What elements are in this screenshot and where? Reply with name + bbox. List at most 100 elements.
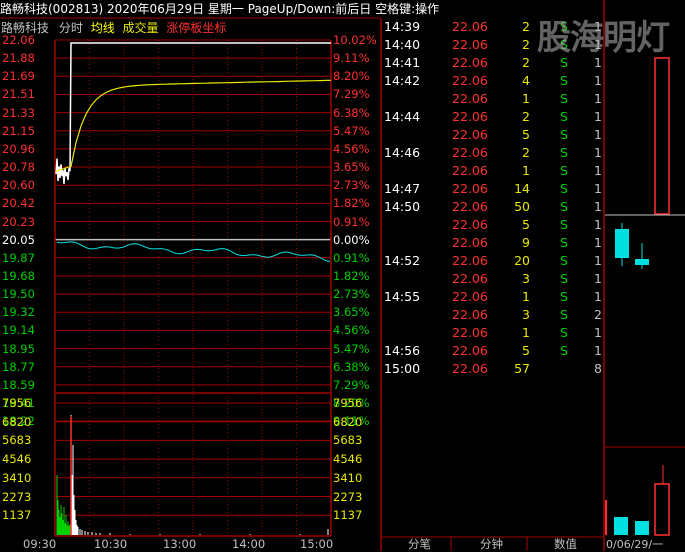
tick-row[interactable]: 22.06 1 S 1 — [382, 324, 604, 342]
price-label: 18.59 — [2, 377, 35, 392]
tick-price: 22.06 — [452, 271, 488, 286]
tick-side: S — [560, 109, 568, 124]
tick-volume: 20 — [514, 253, 530, 268]
volume-label: 5683 — [333, 433, 363, 448]
pct-label: 10.02% — [333, 33, 377, 47]
tick-price: 22.06 — [452, 235, 488, 250]
tick-count: 1 — [594, 145, 602, 160]
volume-label: 3410 — [333, 470, 363, 485]
time-label: 10:30 — [94, 537, 128, 551]
tick-time: 14:55 — [384, 289, 421, 304]
tick-row[interactable]: 22.06 3 S 2 — [382, 306, 604, 324]
tab-ticks[interactable]: 分笔 — [408, 537, 431, 551]
side-date: 0/06/29/一 — [606, 538, 664, 551]
tab-minutes[interactable]: 分钟 — [480, 537, 503, 551]
pct-label: 3.65% — [333, 160, 370, 175]
price-label: 19.68 — [2, 268, 35, 283]
tick-row[interactable]: 14:52 22.06 20 S 1 — [382, 252, 604, 270]
tick-volume: 50 — [514, 199, 530, 214]
side-volume-bar — [654, 483, 670, 536]
volume-label: 1137 — [2, 508, 32, 523]
tick-count: 1 — [594, 343, 602, 358]
chart-header: 路畅科技(002813) 2020年06月29日 星期一 PageUp/Down… — [0, 0, 439, 18]
tick-count: 1 — [594, 289, 602, 304]
tick-side: S — [560, 127, 568, 142]
tick-volume: 3 — [522, 271, 530, 286]
tick-row[interactable]: 22.06 5 S 1 — [382, 126, 604, 144]
volume-label: 6820 — [333, 414, 363, 429]
price-label: 21.69 — [2, 69, 35, 84]
tick-time: 14:41 — [384, 55, 421, 70]
tick-row[interactable]: 22.06 5 S 1 — [382, 216, 604, 234]
tick-side: S — [560, 343, 568, 358]
tick-volume: 1 — [522, 163, 530, 178]
tick-price: 22.06 — [452, 325, 488, 340]
tick-row[interactable]: 22.06 3 S 1 — [382, 270, 604, 288]
tick-row[interactable]: 14:42 22.06 4 S 1 — [382, 72, 604, 90]
tab-limit-axis[interactable]: 涨停板坐标 — [166, 21, 226, 35]
hint-label: PageUp/Down:前后日 空格键:操作 — [247, 2, 440, 16]
tick-price: 22.06 — [452, 73, 488, 88]
tick-side: S — [560, 289, 568, 304]
volume-label: 2273 — [333, 489, 363, 504]
tick-time: 14:50 — [384, 199, 421, 214]
price-label: 19.14 — [2, 323, 35, 338]
tick-count: 1 — [594, 91, 602, 106]
time-label: 14:00 — [232, 537, 266, 551]
tick-row[interactable]: 14:50 22.06 50 S 1 — [382, 198, 604, 216]
pct-label: 4.56% — [333, 141, 370, 156]
tick-row[interactable]: 14:47 22.06 14 S 1 — [382, 180, 604, 198]
tick-row[interactable]: 14:46 22.06 2 S 1 — [382, 144, 604, 162]
tick-price: 22.06 — [452, 91, 488, 106]
tick-row[interactable]: 14:56 22.06 5 S 1 — [382, 342, 604, 360]
volume-label: 1137 — [333, 508, 363, 523]
tick-side: S — [560, 91, 568, 106]
tick-count: 1 — [594, 325, 602, 340]
side-volume-bar — [614, 517, 628, 535]
tick-side: S — [560, 325, 568, 340]
tick-price: 22.06 — [452, 19, 488, 34]
price-label: 21.15 — [2, 123, 35, 138]
tick-list[interactable]: 14:39 22.06 2 S 1 14:40 22.06 2 S 1 14:41 22.06 2 S 1 1… — [382, 18, 604, 538]
tick-time: 14:40 — [384, 37, 421, 52]
tick-price: 22.06 — [452, 343, 488, 358]
tick-volume: 2 — [522, 55, 530, 70]
tab-values[interactable]: 数值 — [554, 537, 577, 551]
tick-time: 14:47 — [384, 181, 421, 196]
ref-price-label: 20.05 — [2, 232, 35, 247]
tick-row[interactable]: 22.06 1 S 1 — [382, 162, 604, 180]
tick-count: 1 — [594, 181, 602, 196]
tick-volume: 3 — [522, 307, 530, 322]
tab-volume[interactable]: 成交量 — [123, 21, 159, 35]
bottom-tabs: 分笔 分钟 数值 — [382, 537, 604, 551]
tick-price: 22.06 — [452, 199, 488, 214]
tick-row[interactable]: 22.06 1 S 1 — [382, 90, 604, 108]
tick-volume: 1 — [522, 91, 530, 106]
tick-volume: 1 — [522, 325, 530, 340]
tick-count: 1 — [594, 217, 602, 232]
tick-row[interactable]: 14:55 22.06 1 S 1 — [382, 288, 604, 306]
tick-volume: 4 — [522, 73, 530, 88]
tick-side: S — [560, 163, 568, 178]
tab-avg-line[interactable]: 均线 — [91, 21, 115, 35]
tick-price: 22.06 — [452, 163, 488, 178]
tick-volume: 2 — [522, 109, 530, 124]
tick-side: S — [560, 253, 568, 268]
tick-volume: 5 — [522, 217, 530, 232]
pct-label: 1.82% — [333, 268, 370, 283]
pct-label: 2.73% — [333, 287, 370, 302]
tick-price: 22.06 — [452, 109, 488, 124]
tick-row[interactable]: 14:44 22.06 2 S 1 — [382, 108, 604, 126]
pct-label: 6.38% — [333, 359, 370, 374]
tick-price: 22.06 — [452, 307, 488, 322]
tick-row[interactable]: 22.06 9 S 1 — [382, 234, 604, 252]
pct-label: 0.91% — [333, 250, 370, 265]
tab-timeshare[interactable]: 分时 — [59, 21, 83, 35]
tick-side: S — [560, 217, 568, 232]
price-label: 20.42 — [2, 196, 35, 211]
tick-volume: 2 — [522, 145, 530, 160]
tick-row[interactable]: 15:00 22.06 57 8 — [382, 360, 604, 378]
limit-up-candle — [654, 57, 670, 215]
tick-count: 1 — [594, 253, 602, 268]
volume-label: 7956 — [333, 396, 363, 410]
